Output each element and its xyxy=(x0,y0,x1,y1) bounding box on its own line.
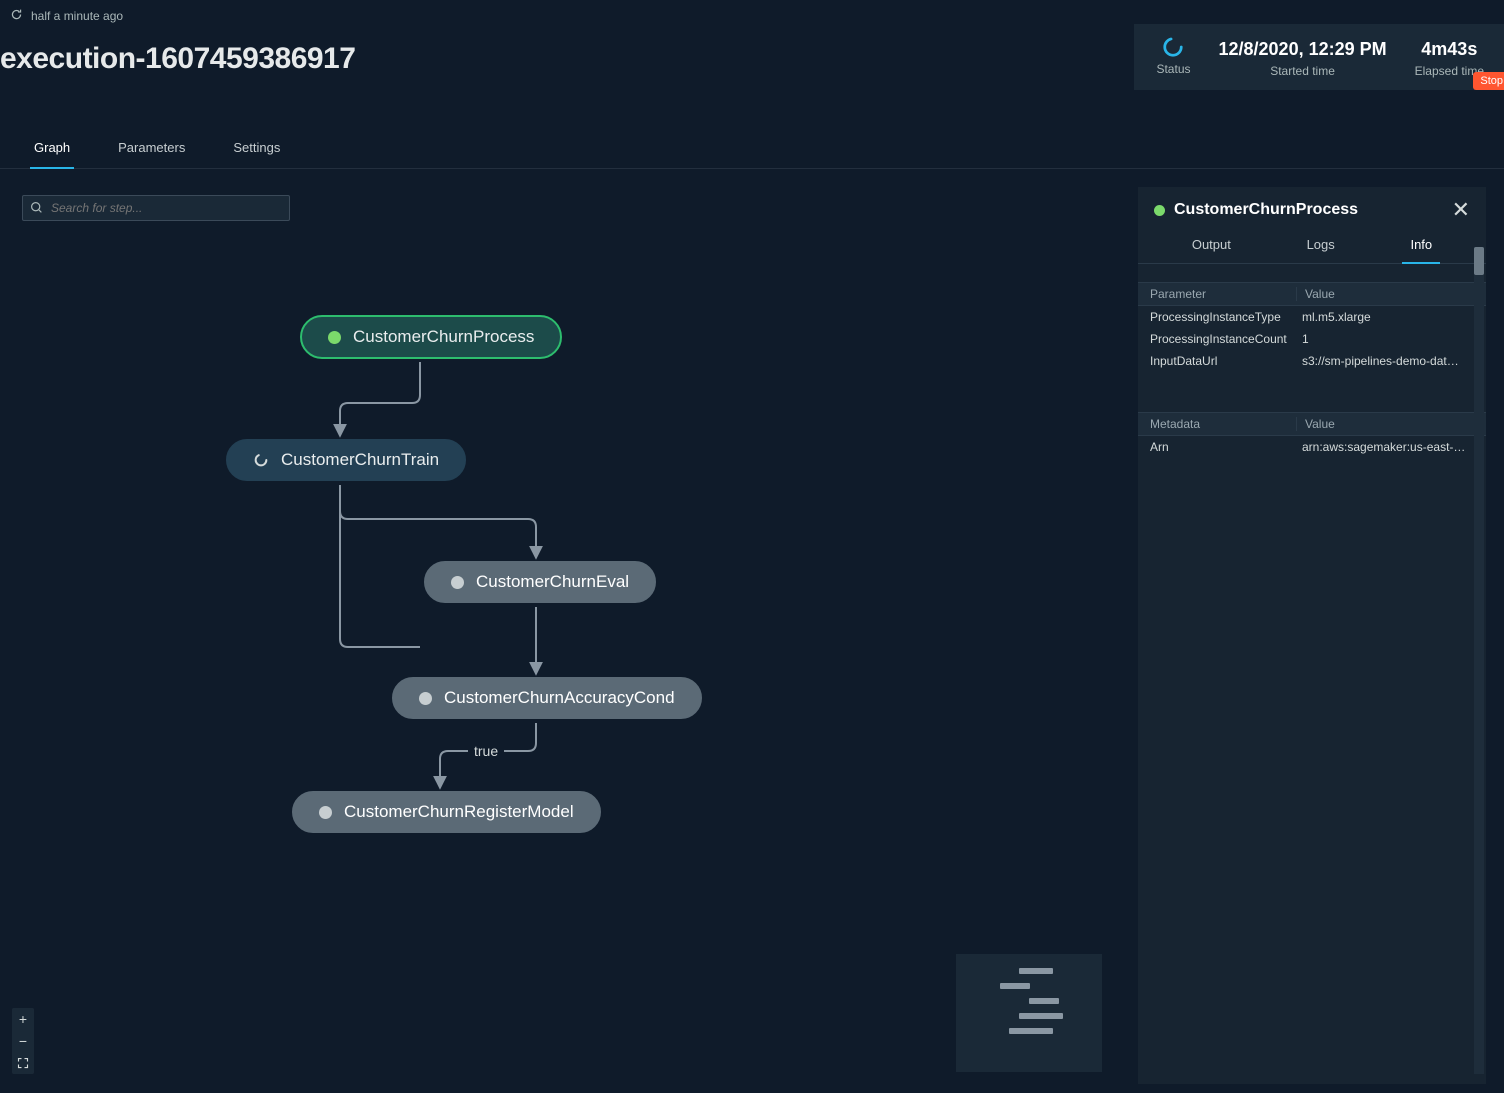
table-row: Arn arn:aws:sagemaker:us-east-… xyxy=(1138,436,1486,458)
scrollbar-thumb[interactable] xyxy=(1474,247,1484,275)
details-title-text: CustomerChurnProcess xyxy=(1174,201,1358,219)
node-label: CustomerChurnRegisterModel xyxy=(344,802,574,822)
table-row: ProcessingInstanceType ml.m5.xlarge xyxy=(1138,306,1486,328)
started-time-label: Started time xyxy=(1270,64,1335,78)
details-panel: CustomerChurnProcess ✕ Output Logs Info … xyxy=(1138,187,1486,1084)
graph-canvas[interactable]: CustomerChurnProcess CustomerChurnTrain … xyxy=(0,187,1120,1084)
node-customerchurnaccuracycond[interactable]: CustomerChurnAccuracyCond xyxy=(392,677,702,719)
status-dot-icon xyxy=(319,806,332,819)
col-value: Value xyxy=(1296,287,1474,301)
refresh-icon[interactable] xyxy=(10,8,23,24)
col-parameter: Parameter xyxy=(1150,287,1302,301)
status-spinner-icon xyxy=(1162,36,1184,58)
tab-parameters[interactable]: Parameters xyxy=(114,130,189,168)
table-row: InputDataUrl s3://sm-pipelines-demo-dat… xyxy=(1138,350,1486,372)
metadata-table: Metadata Value Arn arn:aws:sagemaker:us-… xyxy=(1138,412,1486,458)
primary-tabs: Graph Parameters Settings xyxy=(0,130,1504,169)
status-label: Status xyxy=(1156,62,1190,76)
status-dot-icon xyxy=(328,331,341,344)
tab-info[interactable]: Info xyxy=(1402,233,1440,264)
status-dot-icon xyxy=(419,692,432,705)
minimap[interactable] xyxy=(956,954,1102,1072)
status-dot-icon xyxy=(451,576,464,589)
elapsed-time-value: 4m43s xyxy=(1421,36,1477,62)
stop-button[interactable]: Stop xyxy=(1473,72,1504,90)
table-row: ProcessingInstanceCount 1 xyxy=(1138,328,1486,350)
parameter-table: Parameter Value ProcessingInstanceType m… xyxy=(1138,282,1486,372)
tab-graph[interactable]: Graph xyxy=(30,130,74,169)
zoom-in-button[interactable]: + xyxy=(12,1008,34,1030)
node-label: CustomerChurnTrain xyxy=(281,450,439,470)
node-label: CustomerChurnProcess xyxy=(353,327,534,347)
close-icon[interactable]: ✕ xyxy=(1452,202,1470,218)
tab-logs[interactable]: Logs xyxy=(1299,233,1343,263)
node-label: CustomerChurnEval xyxy=(476,572,629,592)
fullscreen-button[interactable] xyxy=(12,1052,34,1074)
node-label: CustomerChurnAccuracyCond xyxy=(444,688,675,708)
last-refresh-text: half a minute ago xyxy=(31,9,123,23)
status-dot-icon xyxy=(1154,205,1165,216)
node-customerchurnprocess[interactable]: CustomerChurnProcess xyxy=(300,315,562,359)
tab-output[interactable]: Output xyxy=(1184,233,1239,263)
started-time-value: 12/8/2020, 12:29 PM xyxy=(1219,36,1387,62)
node-customerchurntrain[interactable]: CustomerChurnTrain xyxy=(226,439,466,481)
node-customerchurneval[interactable]: CustomerChurnEval xyxy=(424,561,656,603)
zoom-out-button[interactable]: − xyxy=(12,1030,34,1052)
zoom-controls: + − xyxy=(12,1008,34,1074)
node-customerchurnregistermodel[interactable]: CustomerChurnRegisterModel xyxy=(292,791,601,833)
status-spinner-icon xyxy=(253,452,269,468)
details-tabs: Output Logs Info xyxy=(1138,223,1486,264)
scrollbar-track[interactable] xyxy=(1474,247,1484,1074)
col-value: Value xyxy=(1296,417,1474,431)
edge-label-true: true xyxy=(468,743,504,759)
col-metadata: Metadata xyxy=(1150,417,1302,431)
tab-settings[interactable]: Settings xyxy=(229,130,284,168)
status-card: Status 12/8/2020, 12:29 PM Started time … xyxy=(1134,24,1504,90)
